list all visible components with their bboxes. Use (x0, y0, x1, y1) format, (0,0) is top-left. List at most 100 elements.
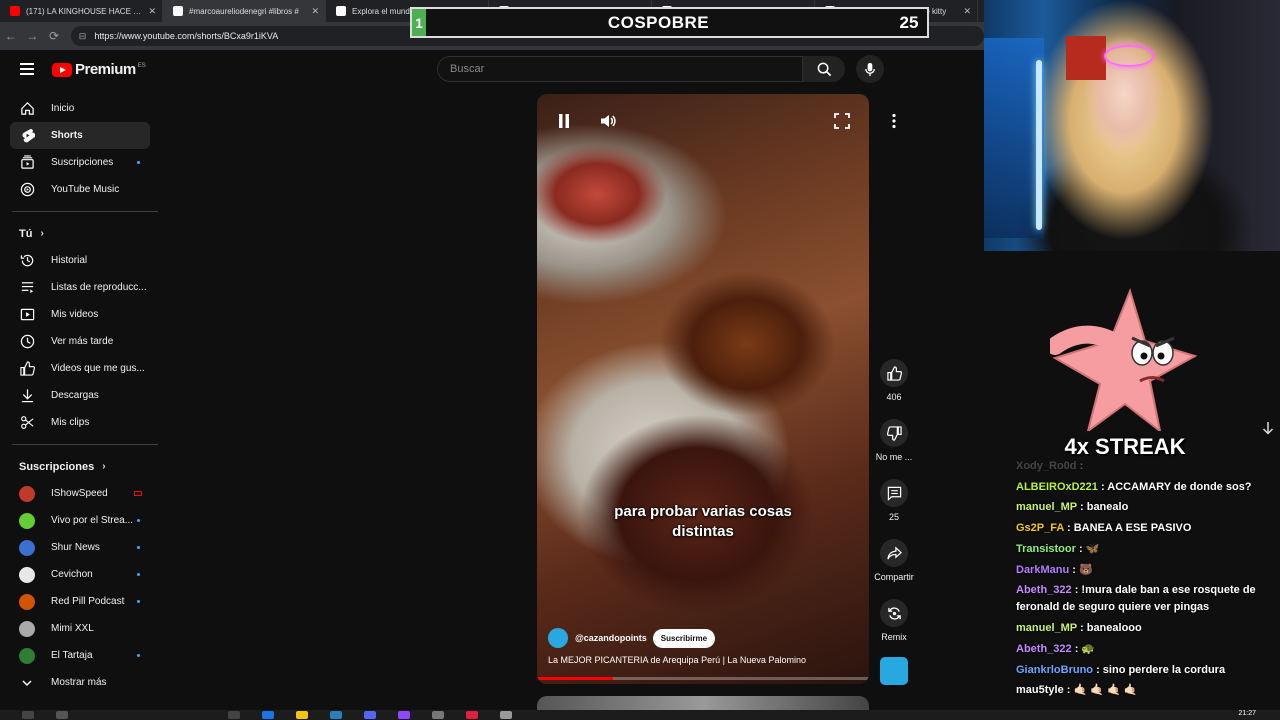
chat-text: banealooo (1086, 622, 1142, 635)
shorts-player[interactable]: para probar varias cosas distintas @caza… (537, 94, 869, 684)
subscription-channel[interactable]: Mimi XXL (10, 615, 150, 642)
subscription-channel[interactable]: Red Pill Podcast (10, 588, 150, 615)
chrome-taskbar-icon[interactable] (262, 711, 274, 719)
start-icon[interactable] (22, 711, 34, 719)
chat-text: ACCAMARY de donde sos? (1107, 480, 1252, 493)
chat-username[interactable]: Xody_Ro0d (1016, 460, 1077, 472)
app-taskbar-icon[interactable] (432, 711, 444, 719)
subscribe-button[interactable]: Suscribirme (652, 628, 716, 648)
misc-taskbar-icon[interactable] (500, 711, 512, 719)
chat-username[interactable]: DarkManu (1016, 564, 1069, 576)
sidebar-item-youtube-music[interactable]: YouTube Music (10, 176, 150, 203)
scroll-down-button[interactable] (1258, 418, 1278, 438)
sidebar-item-shorts[interactable]: Shorts (10, 122, 150, 149)
subscriptions-header-label: Suscripciones (19, 460, 95, 473)
channel-name[interactable]: @cazandopoints (575, 633, 647, 643)
site-info-icon[interactable]: ⊟ (79, 31, 87, 42)
volume-button[interactable] (594, 107, 622, 135)
chat-username[interactable]: Gs2P_FA (1016, 522, 1064, 534)
show-more-button[interactable]: Mostrar más (10, 669, 150, 696)
new-content-dot (137, 519, 140, 522)
chat-username[interactable]: Transistoor (1016, 543, 1076, 555)
subscription-channel[interactable]: El Tartaja (10, 642, 150, 669)
microphone-icon (865, 62, 875, 76)
video-progress-bar[interactable] (537, 677, 869, 680)
subscription-channel[interactable]: Cevichon (10, 561, 150, 588)
sidebar-item-download[interactable]: Descargas (10, 382, 150, 409)
search-button[interactable] (803, 56, 845, 82)
youtube-premium-logo[interactable]: Premium ES (52, 61, 146, 78)
pause-button[interactable] (550, 107, 578, 135)
volume-icon (601, 115, 616, 127)
chat-separator: : (1069, 563, 1079, 576)
subscription-channel[interactable]: Vivo por el Strea... (10, 507, 150, 534)
chat-username[interactable]: manuel_MP (1016, 622, 1077, 634)
shorts-icon (19, 128, 35, 144)
share-icon (886, 545, 902, 559)
chat-text: 🦋 (1085, 542, 1100, 555)
liked-icon (19, 361, 35, 377)
sidebar-item-label: Shorts (51, 130, 83, 141)
back-icon[interactable]: ← (0, 29, 22, 43)
share-button[interactable] (880, 539, 908, 567)
next-short-preview[interactable] (537, 696, 869, 710)
like-action[interactable]: 406 (870, 359, 918, 402)
chat-username[interactable]: GiankrloBruno (1016, 664, 1093, 676)
forward-icon[interactable]: → (22, 29, 44, 43)
sidebar-item-watch-later[interactable]: Ver más tarde (10, 328, 150, 355)
subscription-channel[interactable]: Shur News (10, 534, 150, 561)
remix-action[interactable]: Remix (870, 599, 918, 642)
obs-taskbar-icon[interactable] (466, 711, 478, 719)
channel-thumbnail[interactable] (880, 657, 908, 685)
chat-username[interactable]: ALBEIROxD221 (1016, 481, 1098, 493)
discord-taskbar-icon[interactable] (364, 711, 376, 719)
chat-username[interactable]: manuel_MP (1016, 501, 1077, 513)
tab-close-icon[interactable]: ✕ (311, 6, 319, 17)
explorer-taskbar-icon[interactable] (296, 711, 308, 719)
dislike-button[interactable] (880, 419, 908, 447)
video-progress-fill (537, 677, 614, 680)
sidebar-item-liked[interactable]: Videos que me gus... (10, 355, 150, 382)
voice-search-button[interactable] (856, 55, 884, 83)
chat-username[interactable]: Abeth_322 (1016, 584, 1072, 596)
fullscreen-button[interactable] (828, 107, 856, 135)
chat-separator: : (1076, 460, 1084, 472)
dislike-action[interactable]: No me ... (870, 419, 918, 462)
menu-icon[interactable] (20, 63, 34, 75)
store-taskbar-icon[interactable] (330, 711, 342, 719)
like-button[interactable] (880, 359, 908, 387)
tab-close-icon[interactable]: ✕ (963, 6, 971, 17)
search-taskbar-icon[interactable] (56, 711, 68, 719)
channel-avatar[interactable] (548, 628, 568, 648)
remix-button[interactable] (880, 599, 908, 627)
you-section-header[interactable]: Tú › (0, 220, 160, 247)
sidebar-item-my-videos[interactable]: Mis videos (10, 301, 150, 328)
new-content-dot (137, 654, 140, 657)
sidebar-item-inicio[interactable]: Inicio (10, 95, 150, 122)
chat-username[interactable]: mau5tyle (1016, 684, 1064, 696)
subscription-channel[interactable]: IShowSpeed (10, 480, 150, 507)
sidebar-item-suscripciones[interactable]: Suscripciones (10, 149, 150, 176)
tab-close-icon[interactable]: ✕ (148, 6, 156, 17)
chat-text: banealo (1086, 501, 1129, 514)
browser-tab[interactable]: #marcoaureliodenegri #libros # ✕ (163, 0, 326, 22)
search-input[interactable]: Buscar (437, 56, 803, 82)
subscriptions-section-header[interactable]: Suscripciones › (0, 453, 160, 480)
comments-button[interactable] (880, 479, 908, 507)
channel-name: El Tartaja (51, 650, 93, 661)
chat-username[interactable]: Abeth_322 (1016, 643, 1072, 655)
comments-action[interactable]: 25 (870, 479, 918, 522)
sidebar-item-history[interactable]: Historial (10, 247, 150, 274)
thumbs-down-icon (886, 425, 902, 441)
sidebar-item-clips[interactable]: Mis clips (10, 409, 150, 436)
sidebar-item-playlist[interactable]: Listas de reproducc... (10, 274, 150, 301)
more-actions[interactable] (870, 107, 918, 135)
twitch-taskbar-icon[interactable] (398, 711, 410, 719)
task-view-icon[interactable] (228, 711, 240, 719)
reload-icon[interactable]: ⟳ (43, 29, 65, 43)
video-title[interactable]: La MEJOR PICANTERIA de Arequipa Perú | L… (548, 655, 806, 665)
browser-tab[interactable]: (171) LA KINGHOUSE HACE SPAR ✕ (0, 0, 163, 22)
like-count: 406 (886, 392, 902, 402)
fullscreen-icon (834, 113, 850, 129)
share-action[interactable]: Compartir (870, 539, 918, 582)
